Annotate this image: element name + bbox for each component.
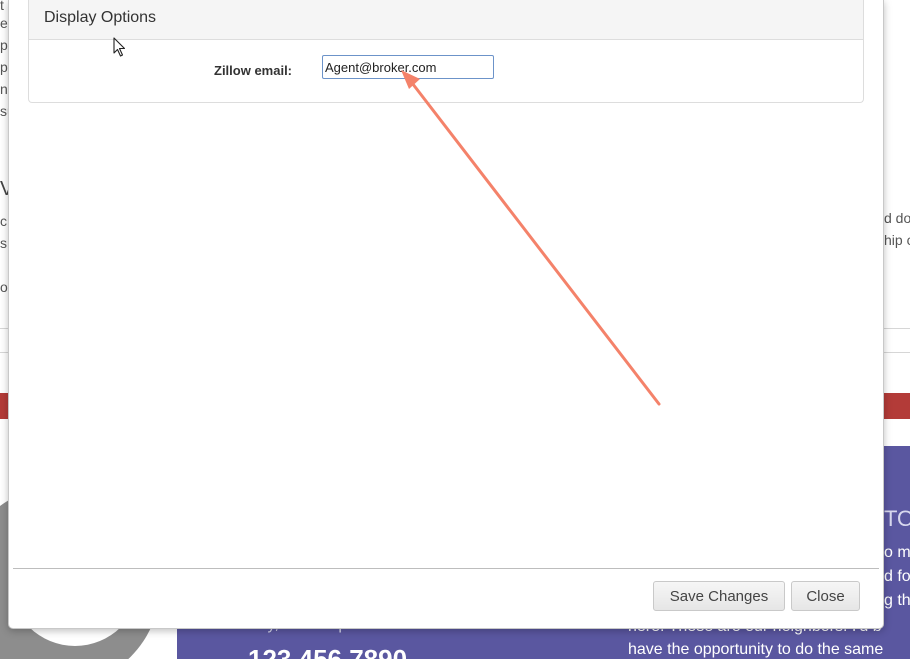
settings-modal: Display Options Zillow email: Save Chang… <box>8 0 884 629</box>
bg-right-text-fragment: d dow <box>884 210 910 226</box>
bg-band-text-fragment: o mu <box>884 544 910 561</box>
mouse-pointer-icon <box>113 37 126 57</box>
bg-band-title-fragment: TO <box>884 506 910 531</box>
zillow-email-input[interactable] <box>322 55 494 79</box>
zillow-email-label: Zillow email: <box>214 63 293 78</box>
modal-footer-divider <box>13 568 879 569</box>
display-options-panel: Display Options Zillow email: <box>28 0 864 103</box>
bg-band-paragraph-line: have the opportunity to do the same <box>628 641 884 658</box>
save-changes-button[interactable]: Save Changes <box>653 581 785 611</box>
bg-band-text-fragment: d fo <box>884 568 910 585</box>
panel-title: Display Options <box>44 9 157 26</box>
bg-phone-text: 123.456.7890 <box>248 644 408 659</box>
bg-band-text-fragment: g the <box>884 592 910 609</box>
close-button[interactable]: Close <box>791 581 860 611</box>
panel-heading: Display Options <box>29 0 863 40</box>
bg-right-text-fragment: hip c <box>884 232 910 248</box>
